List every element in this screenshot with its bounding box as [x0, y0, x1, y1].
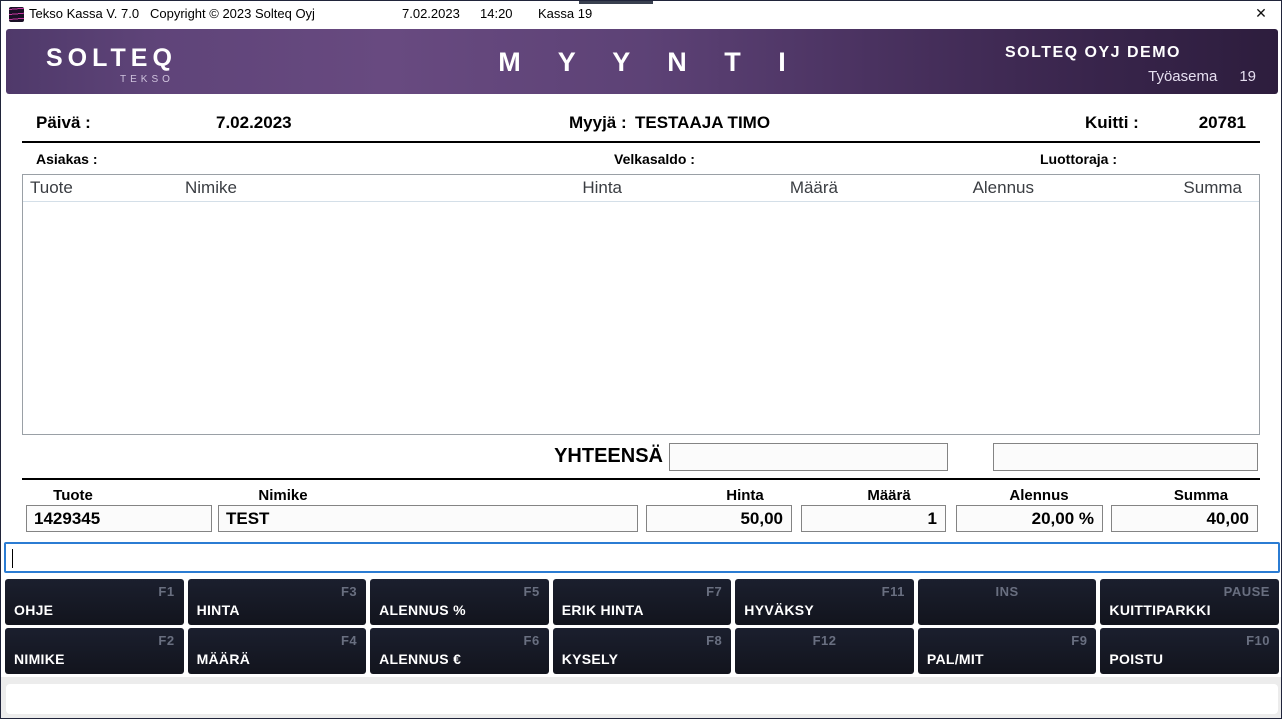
fkey-hint: F8 — [706, 633, 722, 648]
alennus-percent-button[interactable]: F5 ALENNUS % — [370, 579, 549, 625]
fkey-hint: PAUSE — [1224, 584, 1270, 599]
logo-subtext: TEKSO — [46, 74, 177, 85]
column-header-hinta: Hinta — [423, 178, 622, 198]
hinta-field[interactable]: 50,00 — [646, 505, 792, 532]
credit-label: Luottoraja : — [1040, 151, 1117, 167]
workstation-number: 19 — [1239, 68, 1256, 85]
divider — [22, 478, 1260, 480]
field-label-nimike: Nimike — [258, 487, 307, 504]
erik-hinta-button[interactable]: F7 ERIK HINTA — [553, 579, 732, 625]
alennus-field[interactable]: 20,00 % — [956, 505, 1103, 532]
divider — [22, 141, 1260, 143]
kuittiparkki-button[interactable]: PAUSE KUITTIPARKKI — [1100, 579, 1279, 625]
fkey-hint: F11 — [882, 584, 905, 599]
copyright-text: Copyright © 2023 Solteq Oyj — [150, 6, 315, 21]
workstation-info: Työasema 19 — [1005, 68, 1256, 85]
fkey-hint: F10 — [1246, 633, 1270, 648]
fkey-hint: F9 — [1071, 633, 1087, 648]
function-key-panel: F1 OHJE F3 HINTA F5 ALENNUS % F7 ERIK HI… — [5, 579, 1279, 674]
fkey-hint: F3 — [341, 584, 357, 599]
receipt-number: 20781 — [1199, 113, 1246, 133]
app-icon — [9, 7, 24, 22]
poistu-button[interactable]: F10 POISTU — [1100, 628, 1279, 674]
pos-window: Tekso Kassa V. 7.0 Copyright © 2023 Solt… — [0, 0, 1282, 719]
customer-label: Asiakas : — [36, 151, 97, 167]
field-label-hinta: Hinta — [726, 487, 764, 504]
status-bar — [6, 684, 1278, 714]
field-label-alennus: Alennus — [1009, 487, 1068, 504]
hinta-button[interactable]: F3 HINTA — [188, 579, 367, 625]
date-value: 7.02.2023 — [216, 113, 292, 133]
solteq-logo: SOLTEQ TEKSO — [46, 46, 177, 85]
register-number: Kassa 19 — [538, 6, 592, 21]
header-right: SOLTEQ OYJ DEMO Työasema 19 — [1005, 44, 1256, 85]
alennus-euro-button[interactable]: F6 ALENNUS € — [370, 628, 549, 674]
field-label-tuote: Tuote — [53, 487, 93, 504]
ins-button[interactable]: INS — [918, 579, 1097, 625]
bottom-strip — [1, 677, 1282, 719]
f12-button[interactable]: F12 — [735, 628, 914, 674]
column-header-summa: Summa — [1034, 178, 1259, 198]
tuote-field[interactable]: 1429345 — [26, 505, 212, 532]
seller-label: Myyjä : — [569, 113, 627, 133]
column-header-tuote: Tuote — [23, 178, 178, 198]
page-title: M Y Y N T I — [483, 47, 801, 78]
fkey-hint: F1 — [158, 584, 174, 599]
nimike-field[interactable]: TEST — [218, 505, 638, 532]
total-amount-field2[interactable] — [993, 443, 1258, 471]
close-icon[interactable]: ✕ — [1251, 5, 1271, 22]
debt-label: Velkasaldo : — [614, 151, 695, 167]
screen-artifact — [579, 1, 653, 4]
kysely-button[interactable]: F8 KYSELY — [553, 628, 732, 674]
summa-field[interactable]: 40,00 — [1111, 505, 1258, 532]
logo-text: SOLTEQ — [46, 46, 177, 71]
total-amount-field[interactable] — [669, 443, 948, 471]
field-label-maara: Määrä — [867, 487, 910, 504]
fkey-hint: F12 — [813, 633, 837, 648]
company-name: SOLTEQ OYJ DEMO — [1005, 44, 1256, 62]
titlebar: Tekso Kassa V. 7.0 Copyright © 2023 Solt… — [1, 1, 1281, 27]
column-header-nimike: Nimike — [178, 178, 423, 198]
fkey-hint: INS — [996, 584, 1019, 599]
line-items-table: Tuote Nimike Hinta Määrä Alennus Summa — [22, 174, 1260, 435]
maara-button[interactable]: F4 MÄÄRÄ — [188, 628, 367, 674]
receipt-label: Kuitti : — [1085, 113, 1139, 133]
seller-value: TESTAAJA TIMO — [635, 113, 770, 133]
command-input[interactable] — [4, 542, 1280, 573]
nimike-button[interactable]: F2 NIMIKE — [5, 628, 184, 674]
text-caret — [12, 549, 13, 568]
column-header-maara: Määrä — [622, 178, 838, 198]
fkey-hint: F6 — [524, 633, 540, 648]
fkey-hint: F7 — [706, 584, 722, 599]
pal-mit-button[interactable]: F9 PAL/MIT — [918, 628, 1097, 674]
maara-field[interactable]: 1 — [801, 505, 946, 532]
titlebar-date: 7.02.2023 — [402, 6, 460, 21]
workstation-label: Työasema — [1148, 68, 1217, 85]
column-header-alennus: Alennus — [838, 178, 1034, 198]
header-band: SOLTEQ TEKSO M Y Y N T I SOLTEQ OYJ DEMO… — [6, 29, 1278, 94]
fkey-hint: F4 — [341, 633, 357, 648]
date-label: Päivä : — [36, 113, 91, 133]
ohje-button[interactable]: F1 OHJE — [5, 579, 184, 625]
field-label-summa: Summa — [1174, 487, 1228, 504]
total-label: YHTEENSÄ — [461, 445, 663, 468]
fkey-hint: F2 — [158, 633, 174, 648]
table-header-row: Tuote Nimike Hinta Määrä Alennus Summa — [23, 175, 1259, 202]
titlebar-time: 14:20 — [480, 6, 513, 21]
fkey-hint: F5 — [524, 584, 540, 599]
hyvaksy-button[interactable]: F11 HYVÄKSY — [735, 579, 914, 625]
window-title: Tekso Kassa V. 7.0 — [29, 6, 139, 21]
